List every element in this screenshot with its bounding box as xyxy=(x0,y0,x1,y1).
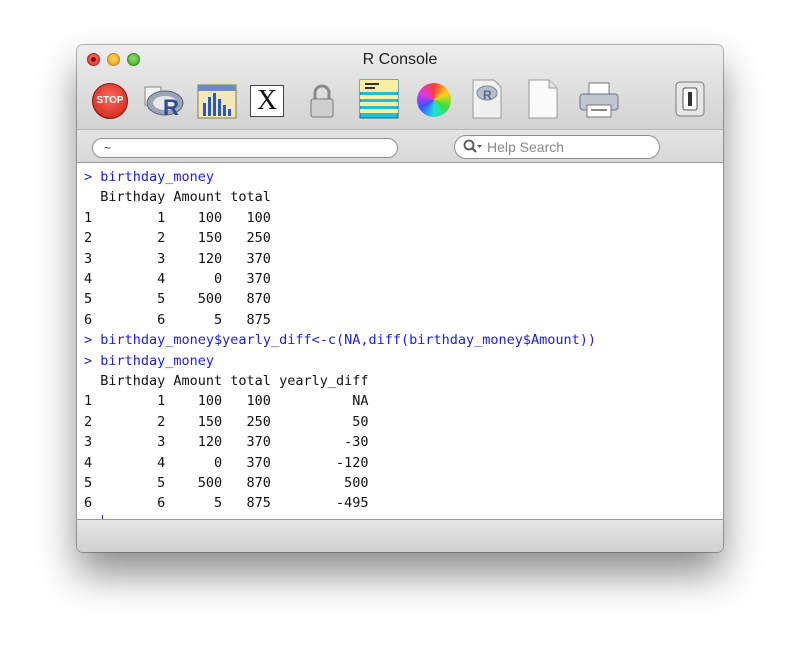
console-output-line: Birthday Amount total xyxy=(84,187,271,207)
search-icon xyxy=(463,139,482,153)
stop-button[interactable]: STOP xyxy=(92,83,128,119)
titlebar: R Console STOP R X R xyxy=(77,45,723,129)
output-text: 6 6 5 875 -495 xyxy=(84,495,369,512)
svg-text:R: R xyxy=(163,95,179,120)
output-text: 5 5 500 870 500 xyxy=(84,475,369,491)
console-output-line: 2 2 150 250 50 xyxy=(84,412,368,432)
console-output-line: 3 3 120 370 xyxy=(84,249,271,269)
r-document-icon: R xyxy=(472,79,502,119)
help-search-placeholder: Help Search xyxy=(487,139,565,155)
command-text: birthday_money xyxy=(100,352,215,369)
command-text: birthday_money$yearly_diff<-c(NA,diff(bi… xyxy=(100,332,597,349)
output-text: 1 1 100 100 NA xyxy=(84,393,369,410)
prompt-symbol: > xyxy=(84,352,101,369)
r-document-button[interactable]: R xyxy=(470,79,504,119)
output-text: 1 1 100 100 xyxy=(84,209,271,226)
r-logo-icon: R xyxy=(144,86,184,120)
status-bar xyxy=(77,519,723,552)
output-text: 4 4 0 370 xyxy=(84,271,271,287)
r-console-window: R Console STOP R X R ~ Help Search > bir… xyxy=(77,45,723,552)
print-button[interactable] xyxy=(577,81,621,119)
output-text: 2 2 150 250 50 xyxy=(84,413,369,430)
color-button[interactable] xyxy=(417,83,451,117)
console-output-line: 5 5 500 870 500 xyxy=(84,473,368,493)
r-logo-button[interactable]: R xyxy=(141,81,185,121)
output-text: 6 6 5 875 xyxy=(84,311,271,328)
bar-chart-icon xyxy=(197,84,237,119)
x11-icon: X xyxy=(256,85,278,116)
working-directory-field[interactable]: ~ xyxy=(92,138,398,158)
console-output-line: Birthday Amount total yearly_diff xyxy=(84,371,368,391)
console-output-line: 5 5 500 870 xyxy=(84,289,271,309)
output-text: 3 3 120 370 -30 xyxy=(84,434,369,451)
svg-text:R: R xyxy=(483,88,492,102)
command-text: birthday_money xyxy=(100,169,215,185)
lock-icon xyxy=(310,84,334,118)
console-output-line: 4 4 0 370 xyxy=(84,269,271,289)
console-command-line: > birthday_money$yearly_diff<-c(NA,diff(… xyxy=(84,330,596,350)
output-text: 5 5 500 870 xyxy=(84,291,271,308)
x11-button[interactable]: X xyxy=(250,85,284,117)
console-output-line: 6 6 5 875 xyxy=(84,310,271,330)
plot-button[interactable] xyxy=(197,81,237,119)
console-output-line: 3 3 120 370 -30 xyxy=(84,432,368,452)
help-search-field[interactable]: Help Search xyxy=(454,135,660,159)
output-text: Birthday Amount total yearly_diff xyxy=(84,373,369,389)
prompt-symbol: > xyxy=(84,169,101,185)
console-output-line: 6 6 5 875 -495 xyxy=(84,493,368,513)
console-output-line: 1 1 100 100 xyxy=(84,208,271,228)
console-output-line: 1 1 100 100 NA xyxy=(84,391,368,411)
console-output-line: 4 4 0 370 -120 xyxy=(84,453,368,473)
new-document-button[interactable] xyxy=(527,79,559,119)
lock-button[interactable] xyxy=(307,83,337,119)
prompt-symbol: > xyxy=(84,332,101,349)
console-command-line: > birthday_money xyxy=(84,351,214,371)
console-output[interactable]: > birthday_money Birthday Amount total 1 … xyxy=(77,163,723,519)
printer-icon xyxy=(579,82,619,118)
stripes-icon xyxy=(359,79,399,119)
console-output-line: 2 2 150 250 xyxy=(84,228,271,248)
output-text: 3 3 120 370 xyxy=(84,250,271,267)
console-command-line: > birthday_money xyxy=(84,167,214,187)
stop-icon: STOP xyxy=(96,95,124,106)
output-text: 4 4 0 370 -120 xyxy=(84,454,369,471)
path-bar: ~ Help Search xyxy=(77,129,723,163)
toggle-icon xyxy=(675,81,705,117)
output-text: 2 2 150 250 xyxy=(84,230,271,247)
data-editor-button[interactable] xyxy=(359,79,399,119)
output-text: Birthday Amount total xyxy=(84,189,271,206)
window-title: R Console xyxy=(362,51,438,68)
toolbar-toggle-button[interactable] xyxy=(675,81,705,117)
new-document-icon xyxy=(528,79,558,119)
